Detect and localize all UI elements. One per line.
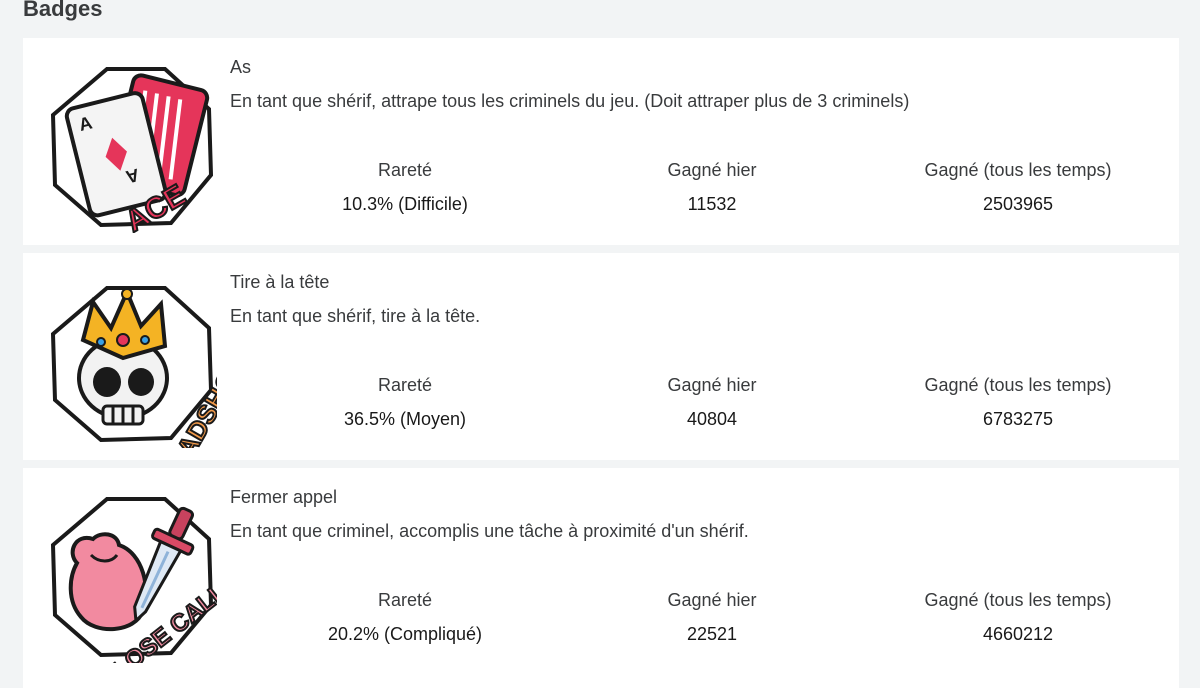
ace-card-badge-icon[interactable]: A A ACE — [47, 63, 217, 233]
won-yesterday-stat: Gagné hier 22521 — [562, 588, 862, 646]
knife-and-bag-badge-icon[interactable]: CLOSE CALL — [47, 493, 217, 663]
won-alltime-label: Gagné (tous les temps) — [924, 160, 1112, 180]
rarity-value: 20.2% (Compliqué) — [327, 624, 483, 644]
badge-list: A A ACE As En tant que shérif, attrape t… — [23, 38, 1179, 688]
won-alltime-value: 6783275 — [982, 409, 1054, 429]
badge-description: En tant que shérif, attrape tous les cri… — [230, 91, 910, 111]
won-yesterday-label: Gagné hier — [667, 590, 757, 610]
won-yesterday-label: Gagné hier — [667, 160, 757, 180]
badge-description: En tant que criminel, accomplis une tâch… — [230, 521, 749, 541]
rarity-label: Rareté — [377, 160, 433, 180]
rarity-value: 36.5% (Moyen) — [343, 409, 467, 429]
won-alltime-value: 2503965 — [982, 194, 1054, 214]
rarity-label: Rareté — [377, 375, 433, 395]
won-alltime-label: Gagné (tous les temps) — [924, 375, 1112, 395]
won-alltime-stat: Gagné (tous les temps) 2503965 — [868, 158, 1168, 216]
won-alltime-value: 4660212 — [982, 624, 1054, 644]
won-alltime-stat: Gagné (tous les temps) 4660212 — [868, 588, 1168, 646]
won-yesterday-value: 40804 — [686, 409, 738, 429]
won-yesterday-stat: Gagné hier 40804 — [562, 373, 862, 431]
won-yesterday-label: Gagné hier — [667, 375, 757, 395]
crowned-skull-badge-icon[interactable]: HEADSHOT — [47, 278, 217, 448]
rarity-value: 10.3% (Difficile) — [342, 194, 468, 214]
rarity-stat: Rareté 10.3% (Difficile) — [255, 158, 555, 216]
badge-name-link[interactable]: Tire à la tête — [230, 270, 329, 294]
section-title: Badges — [23, 0, 103, 21]
badge-card: A A ACE As En tant que shérif, attrape t… — [23, 38, 1179, 245]
badge-card: CLOSE CALL Fermer appel En tant que crim… — [23, 468, 1179, 688]
badge-stats: Rareté 10.3% (Difficile) Gagné hier 1153… — [230, 158, 1150, 218]
badge-card: HEADSHOT Tire à la tête En tant que shér… — [23, 253, 1179, 460]
won-alltime-stat: Gagné (tous les temps) 6783275 — [868, 373, 1168, 431]
won-yesterday-stat: Gagné hier 11532 — [562, 158, 862, 216]
rarity-label: Rareté — [377, 590, 433, 610]
badge-stats: Rareté 36.5% (Moyen) Gagné hier 40804 Ga… — [230, 373, 1150, 433]
won-alltime-label: Gagné (tous les temps) — [924, 590, 1112, 610]
badge-name-link[interactable]: Fermer appel — [230, 485, 337, 509]
rarity-stat: Rareté 20.2% (Compliqué) — [255, 588, 555, 646]
badge-description: En tant que shérif, tire à la tête. — [230, 306, 481, 326]
won-yesterday-value: 22521 — [686, 624, 738, 644]
badge-name-link[interactable]: As — [230, 55, 251, 79]
badge-stats: Rareté 20.2% (Compliqué) Gagné hier 2252… — [230, 588, 1150, 648]
won-yesterday-value: 11532 — [687, 194, 737, 214]
rarity-stat: Rareté 36.5% (Moyen) — [255, 373, 555, 431]
